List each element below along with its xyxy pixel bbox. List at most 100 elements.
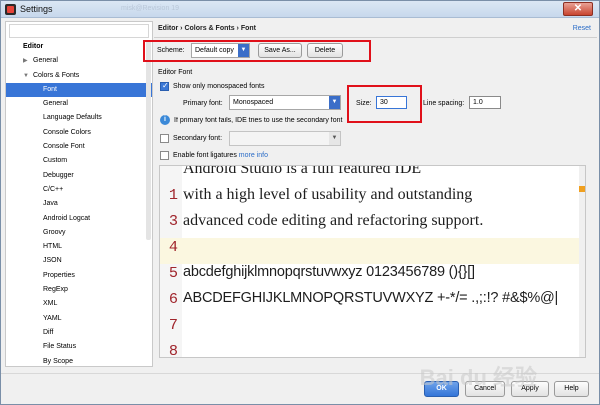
close-button[interactable]: ✕ xyxy=(563,2,593,16)
preview-line-text: Android Studio is a full featured IDE xyxy=(183,165,422,177)
preview-line: 1 with a high level of usability and outs… xyxy=(160,186,585,212)
font-ligatures-checkbox[interactable] xyxy=(160,151,169,160)
baidu-watermark: Bai du 经验 xyxy=(419,365,537,390)
sidebar-item[interactable]: Console Colors xyxy=(6,126,152,140)
delete-button[interactable]: Delete xyxy=(307,43,343,58)
sidebar-item[interactable]: XML xyxy=(6,297,152,311)
secondary-font-info-text: If primary font fails, IDE tries to use … xyxy=(174,117,343,124)
sidebar-item-label: Custom xyxy=(43,157,68,165)
sidebar-item[interactable]: Custom xyxy=(6,154,152,168)
sidebar-item[interactable]: Editor xyxy=(6,40,152,54)
preview-line-text: abcdefghijklmnopqrstuvwxyz 0123456789 ()… xyxy=(183,264,475,280)
reset-link[interactable]: Reset xyxy=(573,25,591,32)
line-number: 3 xyxy=(168,212,178,230)
line-number: 4 xyxy=(168,238,178,256)
font-preview-editor[interactable]: Android Studio is a full featured IDE 1 wi… xyxy=(159,165,586,358)
chevron-down-icon: ▼ xyxy=(329,132,340,145)
sidebar-item-label: RegExp xyxy=(43,286,68,294)
sidebar-item[interactable]: RegExp xyxy=(6,283,152,297)
sidebar-item[interactable]: ▶ General xyxy=(6,54,152,68)
preview-line: 3 advanced code editing and refactoring s… xyxy=(160,212,585,238)
font-settings-panel: Editor › Colors & Fonts › Font Reset Sch… xyxy=(143,21,597,367)
breadcrumb: Editor › Colors & Fonts › Font xyxy=(158,25,256,32)
preview-line: 5 abcdefghijklmnopqrstuvwxyz 0123456789 (… xyxy=(160,264,585,290)
sidebar-item[interactable]: Language Defaults xyxy=(6,111,152,125)
title-bar: Settings misk@Revision 19 ✕ xyxy=(1,1,599,18)
show-monospaced-checkbox[interactable] xyxy=(160,81,169,91)
sidebar-item[interactable]: Font xyxy=(6,82,152,98)
sidebar-item[interactable]: By Scope xyxy=(6,355,152,369)
sidebar-item[interactable]: Debugger xyxy=(6,169,152,183)
help-button[interactable]: Help xyxy=(554,381,589,397)
sidebar-item[interactable]: HTML xyxy=(6,240,152,254)
line-number: 5 xyxy=(168,264,178,282)
primary-font-select[interactable]: Monospaced ▼ xyxy=(229,95,341,110)
warning-marker-icon xyxy=(579,186,585,192)
sidebar-item[interactable]: JSON xyxy=(6,254,152,268)
settings-sidebar: Editor ▶ General ▼ Colors & Fonts Font General… xyxy=(5,21,153,367)
scheme-select-value: Default copy xyxy=(195,47,234,54)
sidebar-item-label: YAML xyxy=(43,314,62,322)
sidebar-item-label: XML xyxy=(43,300,58,308)
line-number: 8 xyxy=(168,342,178,358)
secondary-font-label: Secondary font: xyxy=(173,135,223,142)
sidebar-item[interactable]: Properties xyxy=(6,269,152,283)
sidebar-item[interactable]: C/C++ xyxy=(6,183,152,197)
sidebar-item[interactable]: Groovy xyxy=(6,226,152,240)
preview-scrollbar[interactable] xyxy=(579,166,585,357)
sidebar-item[interactable]: Java xyxy=(6,197,152,211)
sidebar-item-label: File Status xyxy=(43,343,77,351)
sidebar-item-label: HTML xyxy=(43,243,63,251)
info-icon: i xyxy=(160,115,170,125)
line-number: 6 xyxy=(168,290,178,308)
size-label: Size: xyxy=(356,100,372,107)
preview-line-text: ABCDEFGHIJKLMNOPQRSTUVWXYZ +-*/= .,;:!? … xyxy=(183,290,559,306)
show-monospaced-label: Show only monospaced fonts xyxy=(173,83,265,90)
editor-font-section-label: Editor Font xyxy=(158,69,193,76)
sidebar-item-label: JSON xyxy=(43,257,62,265)
sidebar-item[interactable]: Diff xyxy=(6,326,152,340)
header-divider xyxy=(154,37,597,38)
sidebar-item[interactable]: Console Font xyxy=(6,140,152,154)
line-number: 7 xyxy=(168,316,178,334)
sidebar-item-label: Language Defaults xyxy=(43,114,102,122)
window-title: Settings xyxy=(20,4,53,14)
save-as-button[interactable]: Save As... xyxy=(258,43,302,58)
chevron-down-icon: ▼ xyxy=(329,96,340,109)
primary-font-value: Monospaced xyxy=(233,99,274,106)
scheme-label: Scheme: xyxy=(157,47,185,54)
preview-line: Android Studio is a full featured IDE xyxy=(160,165,585,186)
sidebar-item-label: Console Font xyxy=(43,143,85,151)
background-window-text: misk@Revision 19 xyxy=(121,5,180,12)
sidebar-item-label: Properties xyxy=(43,271,75,279)
sidebar-item[interactable]: ▼ Colors & Fonts xyxy=(6,69,152,83)
sidebar-item-label: Editor xyxy=(23,43,44,50)
scheme-select[interactable]: Default copy ▼ xyxy=(191,43,250,58)
secondary-font-select[interactable]: ▼ xyxy=(229,131,341,146)
secondary-font-checkbox[interactable] xyxy=(160,134,169,143)
more-info-link[interactable]: more info xyxy=(239,152,268,159)
line-spacing-label: Line spacing: xyxy=(423,100,465,107)
sidebar-item[interactable]: File Status xyxy=(6,340,152,354)
line-spacing-input[interactable]: 1.0 xyxy=(469,96,501,109)
sidebar-item[interactable]: General xyxy=(6,97,152,111)
primary-font-label: Primary font: xyxy=(183,100,223,107)
preview-line-text: advanced code editing and refactoring su… xyxy=(183,212,484,229)
sidebar-item[interactable]: YAML xyxy=(6,312,152,326)
size-input[interactable]: 30 xyxy=(376,96,407,109)
sidebar-item[interactable]: Android Logcat xyxy=(6,212,152,226)
sidebar-scrollbar[interactable] xyxy=(146,40,151,240)
expanded-arrow-icon[interactable]: ▼ xyxy=(23,69,29,83)
collapsed-arrow-icon[interactable]: ▶ xyxy=(23,54,28,68)
sidebar-item-label: By Scope xyxy=(43,357,73,365)
preview-line: 8 xyxy=(160,342,585,358)
preview-line: 7 xyxy=(160,316,585,342)
settings-tree: Editor ▶ General ▼ Colors & Fonts Font General… xyxy=(6,40,152,369)
sidebar-item-label: Java xyxy=(43,200,58,208)
font-ligatures-label: Enable font ligatures more info xyxy=(173,152,268,159)
preview-line-text: with a high level of usability and outst… xyxy=(183,186,473,203)
preview-line: 6 ABCDEFGHIJKLMNOPQRSTUVWXYZ +-*/= .,;:!?… xyxy=(160,290,585,316)
sidebar-item-label: Diff xyxy=(43,328,54,336)
settings-search-input[interactable] xyxy=(9,24,149,38)
sidebar-item-label: C/C++ xyxy=(43,185,64,193)
